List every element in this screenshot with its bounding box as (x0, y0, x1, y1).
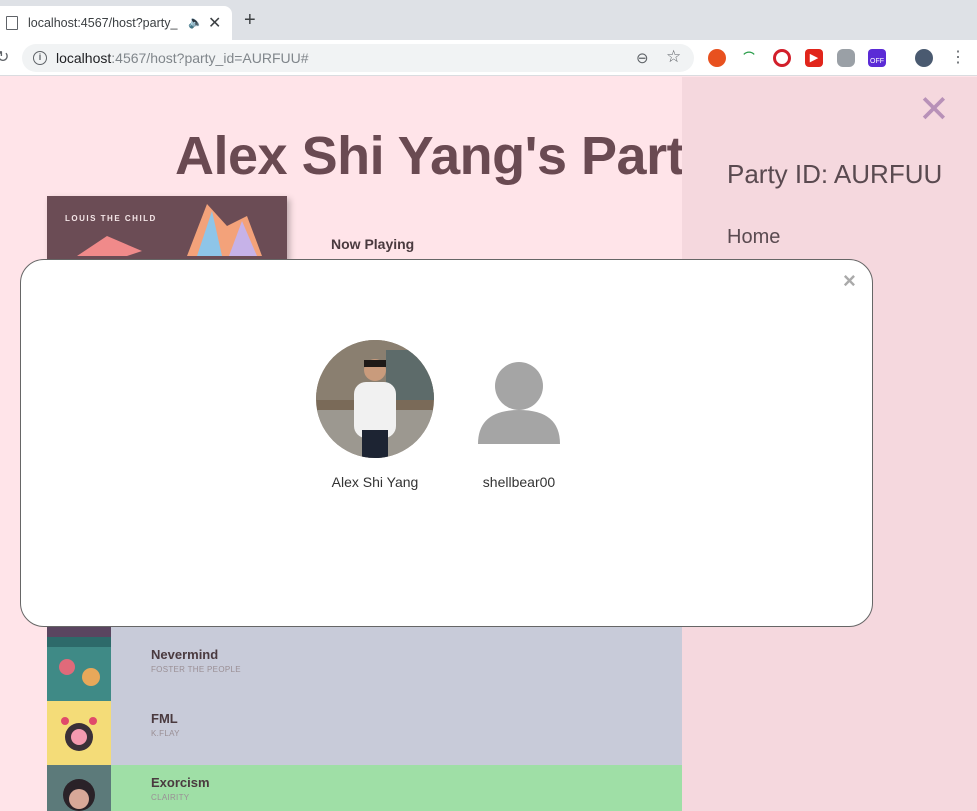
url-text[interactable]: localhost:4567/host?party_id=AURFUU# (56, 50, 309, 66)
bookmark-star-icon[interactable]: ☆ (666, 47, 681, 67)
extension-opera-icon[interactable] (773, 49, 791, 67)
browser-tab[interactable]: localhost:4567/host?party_ 🔈 ✕ (0, 6, 232, 40)
reload-icon[interactable]: ↻ (0, 47, 9, 67)
extension-database-icon[interactable] (837, 49, 855, 67)
url-path: :4567/host?party_id=AURFUU# (111, 50, 309, 66)
member-name: shellbear00 (482, 474, 556, 490)
profile-avatar-icon[interactable] (915, 49, 933, 67)
url-host: localhost (56, 50, 112, 66)
speaker-icon[interactable]: 🔈 (188, 15, 203, 29)
zoom-icon[interactable]: ⊖ (636, 49, 649, 67)
member-card[interactable]: Alex Shi Yang (305, 340, 445, 490)
tab-title: localhost:4567/host?party_ (28, 16, 178, 30)
modal-close-icon[interactable]: × (843, 268, 856, 294)
page-icon (6, 16, 18, 30)
member-card[interactable]: shellbear00 (449, 340, 589, 490)
modal-overlay: × Alex Shi Yang shellbear00 (0, 77, 977, 811)
default-user-icon (460, 340, 578, 458)
browser-menu-icon[interactable]: ⋮ (950, 47, 966, 67)
new-tab-icon[interactable]: + (244, 10, 256, 30)
extension-youtube-icon[interactable]: ▶ (805, 49, 823, 67)
address-bar[interactable]: i localhost:4567/host?party_id=AURFUU# ⊖… (22, 44, 694, 72)
member-name: Alex Shi Yang (331, 474, 419, 490)
avatar (316, 340, 434, 458)
browser-toolbar: ↻ i localhost:4567/host?party_id=AURFUU#… (0, 40, 977, 76)
avatar-photo (316, 340, 434, 458)
page: Alex Shi Yang's Part LOUIS THE CHILD Now… (0, 77, 977, 811)
browser-tab-bar: localhost:4567/host?party_ 🔈 ✕ + (0, 0, 977, 40)
extension-glasses-off-icon[interactable]: OFF (868, 49, 886, 67)
extension-fox-icon[interactable] (708, 49, 726, 67)
default-user-svg (478, 362, 560, 444)
close-tab-icon[interactable]: ✕ (208, 13, 221, 33)
extension-rainbow-icon[interactable]: ⌒ (740, 49, 758, 67)
members-modal: × Alex Shi Yang shellbear00 (20, 259, 873, 627)
info-icon[interactable]: i (33, 51, 47, 65)
